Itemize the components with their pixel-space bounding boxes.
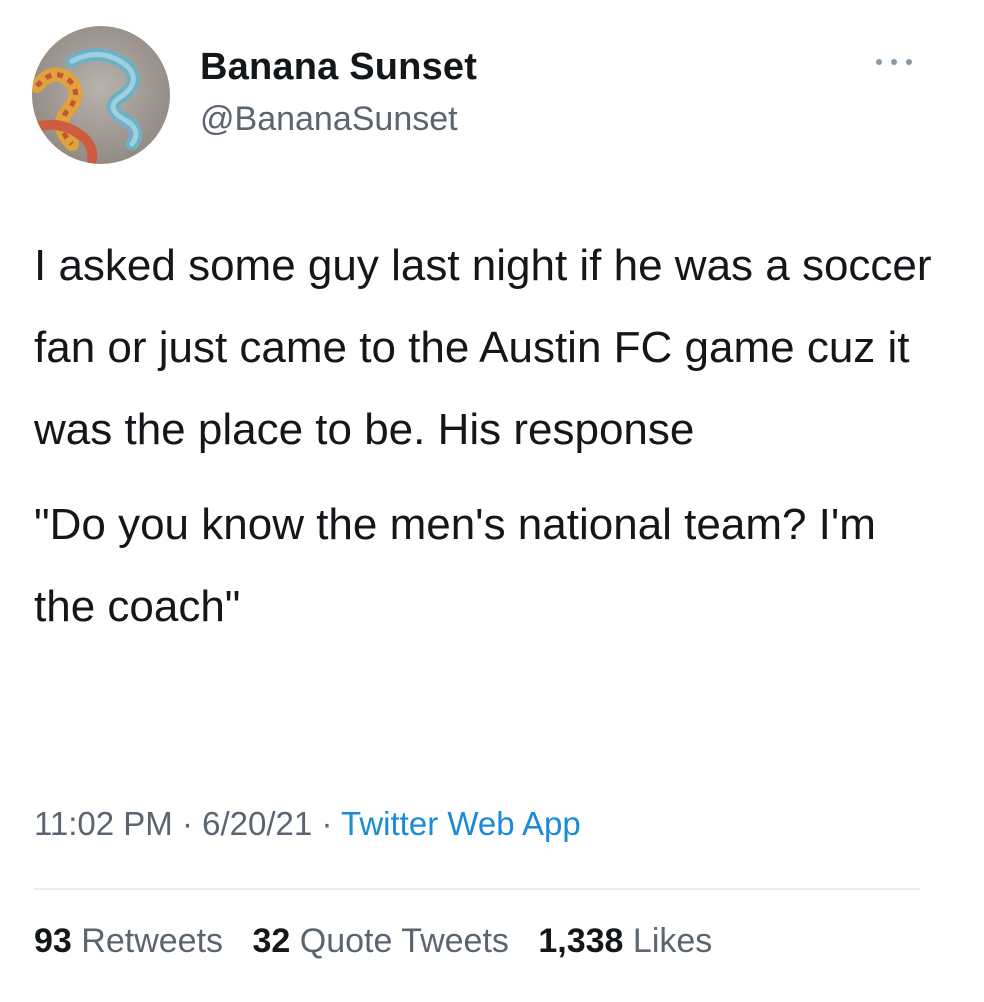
retweets-stat[interactable]: 93 Retweets [34, 922, 223, 960]
retweets-label: Retweets [81, 922, 224, 960]
tweet-stats: 93 Retweets 32 Quote Tweets 1,338 Likes [34, 922, 732, 961]
display-name[interactable]: Banana Sunset [200, 46, 477, 89]
dot [891, 59, 897, 65]
divider [34, 888, 920, 890]
avatar[interactable] [32, 26, 170, 164]
tweet-time[interactable]: 11:02 PM [34, 805, 173, 842]
tweet-card: Banana Sunset @BananaSunset I asked some… [0, 0, 984, 1002]
likes-stat[interactable]: 1,338 Likes [538, 922, 712, 960]
dot [906, 59, 912, 65]
avatar-image [32, 26, 170, 164]
tweet-metadata: 11:02 PM · 6/20/21 · Twitter Web App [34, 805, 581, 843]
tweet-paragraph: I asked some guy last night if he was a … [34, 241, 932, 454]
quote-tweets-count: 32 [252, 922, 291, 960]
likes-label: Likes [632, 922, 713, 960]
retweets-count: 93 [34, 922, 72, 960]
tweet-paragraph: "Do you know the men's national team? I'… [34, 500, 876, 631]
separator: · [181, 805, 193, 842]
tweet-source-link[interactable]: Twitter Web App [341, 805, 581, 842]
tweet-date[interactable]: 6/20/21 [202, 805, 312, 842]
more-options-icon[interactable] [876, 52, 912, 72]
user-handle[interactable]: @BananaSunset [200, 100, 458, 139]
separator: · [321, 805, 333, 842]
quote-tweets-stat[interactable]: 32 Quote Tweets [252, 922, 508, 960]
likes-count: 1,338 [538, 922, 624, 960]
tweet-text: I asked some guy last night if he was a … [34, 225, 934, 648]
quote-tweets-label: Quote Tweets [299, 922, 509, 960]
dot [876, 59, 882, 65]
